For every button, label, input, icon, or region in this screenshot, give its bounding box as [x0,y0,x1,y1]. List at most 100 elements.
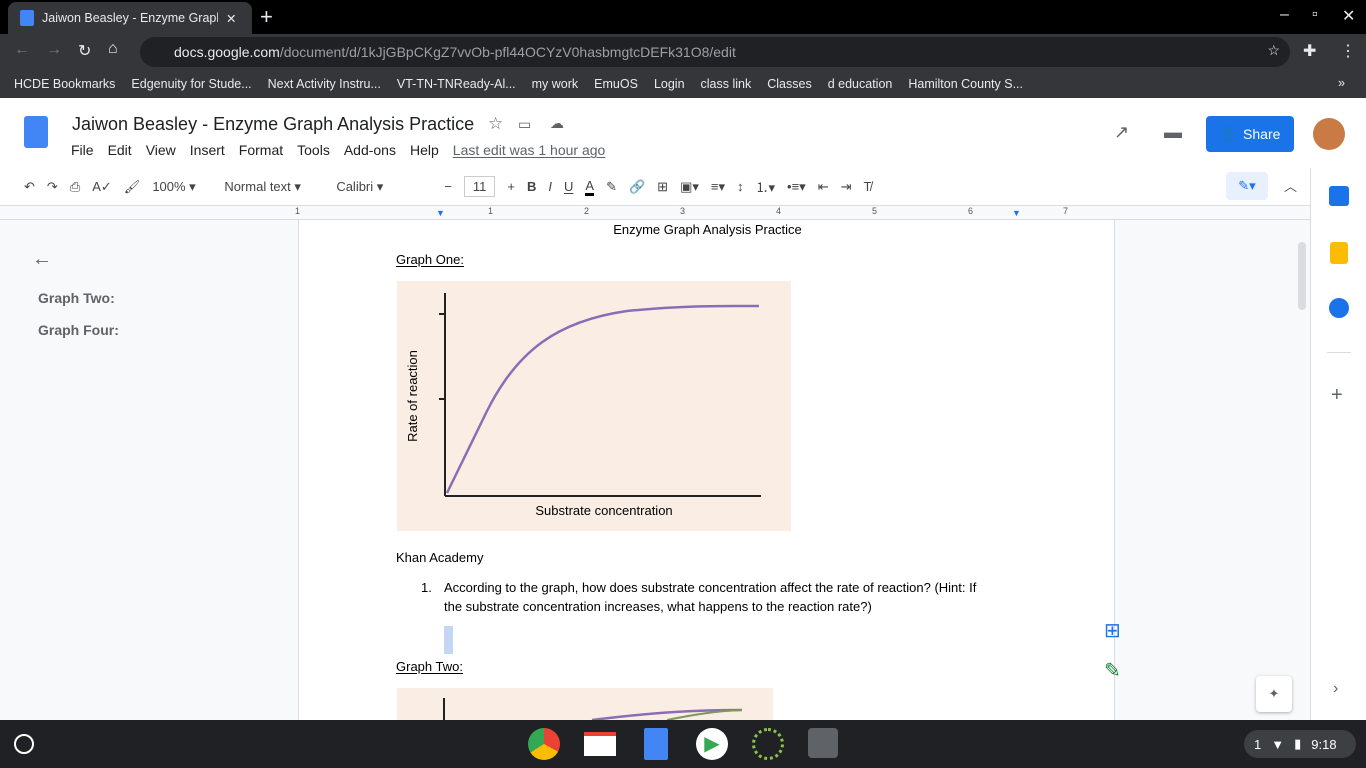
graph-one-image: Substrate concentration Rate of reaction [397,281,791,531]
bookmark[interactable]: Next Activity Instru... [268,77,381,91]
document-page[interactable]: Enzyme Graph Analysis Practice Graph One… [298,220,1115,720]
menu-file[interactable]: File [71,142,94,158]
share-button[interactable]: 👤 Share [1206,116,1294,152]
text-cursor-selection[interactable] [444,626,453,654]
highlight-icon[interactable]: ✎ [606,179,617,195]
play-store-icon[interactable]: ▶ [696,728,728,760]
editing-mode-button[interactable]: ✎▾ [1226,172,1268,200]
bookmark-star-icon[interactable]: ☆ [1267,42,1280,59]
docs-app-icon[interactable] [644,728,668,760]
print-icon[interactable]: ⎙ [70,179,80,195]
increase-size-icon[interactable]: + [507,179,515,194]
bookmark[interactable]: Login [654,77,685,91]
forward-icon[interactable]: → [46,41,62,59]
home-icon[interactable]: ⌂ [108,40,118,58]
more-bookmarks-icon[interactable]: » [1338,76,1345,90]
undo-icon[interactable]: ↶ [24,179,35,195]
font-select[interactable]: Calibri ▾ [336,179,432,195]
bookmark[interactable]: Edgenuity for Stude... [131,77,251,91]
insert-image-icon[interactable]: ▣▾ [680,179,699,195]
outline-item[interactable]: Graph Four: [38,322,119,338]
underline-icon[interactable]: U [564,179,573,194]
question-1-line-1: According to the graph, how does substra… [444,580,977,595]
increase-indent-icon[interactable]: ⇥ [841,179,852,195]
menu-edit[interactable]: Edit [108,142,132,158]
browser-tab[interactable]: Jaiwon Beasley - Enzyme Graph ✕ [8,2,252,34]
docs-logo-icon[interactable] [24,116,48,148]
doc-title[interactable]: Jaiwon Beasley - Enzyme Graph Analysis P… [72,114,474,135]
activity-icon[interactable]: ↗ [1114,122,1129,143]
reload-icon[interactable]: ↻ [78,41,91,61]
extensions-icon[interactable]: ✚ [1303,41,1316,61]
minimize-icon[interactable]: – [1280,6,1289,24]
menu-icon[interactable]: ⋮ [1340,41,1356,61]
text-color-icon[interactable]: A [585,178,595,196]
decrease-indent-icon[interactable]: ⇤ [818,179,829,195]
left-indent-marker[interactable]: ▼ [436,208,445,218]
keep-icon[interactable] [1330,242,1348,264]
gmail-icon[interactable] [584,732,616,756]
scrollbar[interactable] [1298,242,1306,310]
chrome-icon[interactable] [528,728,560,760]
add-addon-icon[interactable]: + [1331,384,1343,407]
explore-button[interactable]: ✦ [1256,676,1292,712]
add-comment-icon[interactable]: ⊞ [657,179,668,195]
graph-one-label: Graph One: [396,252,464,267]
clear-formatting-icon[interactable]: T̸ [864,179,872,194]
address-bar[interactable]: docs.google.com/document/d/1kJjGBpCKgZ7v… [140,37,1290,67]
last-edit-link[interactable]: Last edit was 1 hour ago [453,142,606,158]
link-icon[interactable]: 🔗 [629,179,645,195]
menu-format[interactable]: Format [239,142,283,158]
redo-icon[interactable]: ↷ [47,179,58,195]
bulleted-list-icon[interactable]: •≡▾ [787,179,806,195]
back-icon[interactable]: ← [14,41,30,59]
menu-tools[interactable]: Tools [297,142,330,158]
wifi-icon: ▼ [1271,736,1285,752]
numbered-list-icon[interactable]: ⒈▾ [756,177,776,196]
style-select[interactable]: Normal text ▾ [224,179,324,195]
launcher-icon[interactable] [14,734,34,754]
line-spacing-icon[interactable]: ↕ [737,179,744,194]
decrease-size-icon[interactable]: − [444,179,452,194]
close-tab-icon[interactable]: ✕ [226,11,236,26]
move-folder-icon[interactable]: ▭ [518,116,531,133]
bold-icon[interactable]: B [527,179,536,194]
menu-help[interactable]: Help [410,142,439,158]
status-area[interactable]: 1 ▼ ▮ 9:18 [1244,730,1356,758]
bookmark[interactable]: class link [701,77,752,91]
close-outline-icon[interactable]: ← [32,248,52,271]
comments-icon[interactable]: ▬ [1164,122,1182,143]
zoom-select[interactable]: 100% ▾ [152,179,212,195]
menu-view[interactable]: View [146,142,176,158]
maximize-icon[interactable]: ▫ [1312,6,1318,24]
align-icon[interactable]: ≡▾ [711,179,725,195]
bookmark[interactable]: Classes [767,77,811,91]
suggest-edit-button[interactable]: ✎ [1104,658,1121,683]
menu-insert[interactable]: Insert [190,142,225,158]
calculator-icon[interactable] [808,728,838,758]
collapse-icon[interactable]: ︿ [1284,176,1297,195]
close-window-icon[interactable]: ✕ [1342,6,1355,26]
bookmark[interactable]: my work [532,77,579,91]
bookmark[interactable]: EmuOS [594,77,638,91]
outline-item[interactable]: Graph Two: [38,290,115,306]
menu-addons[interactable]: Add-ons [344,142,396,158]
right-indent-marker[interactable]: ▼ [1012,208,1021,218]
bookmark[interactable]: d education [828,77,893,91]
new-tab-icon[interactable]: + [260,4,273,30]
bookmark[interactable]: Hamilton County S... [908,77,1023,91]
font-size-input[interactable]: 11 [463,176,496,197]
star-icon[interactable]: ☆ [488,114,503,134]
expand-panel-icon[interactable]: › [1333,680,1338,698]
spellcheck-icon[interactable]: A✓ [92,179,112,195]
y-axis-label: Rate of reaction [405,350,420,442]
loading-app-icon[interactable] [752,728,784,760]
bookmark[interactable]: HCDE Bookmarks [14,77,115,91]
italic-icon[interactable]: I [548,179,552,194]
calendar-icon[interactable] [1329,186,1349,206]
avatar[interactable] [1313,118,1345,150]
tasks-icon[interactable] [1329,298,1349,318]
bookmark[interactable]: VT-TN-TNReady-Al... [397,77,516,91]
add-comment-button[interactable]: ⊞ [1104,618,1121,643]
paint-format-icon[interactable]: 🖌 [124,179,141,195]
